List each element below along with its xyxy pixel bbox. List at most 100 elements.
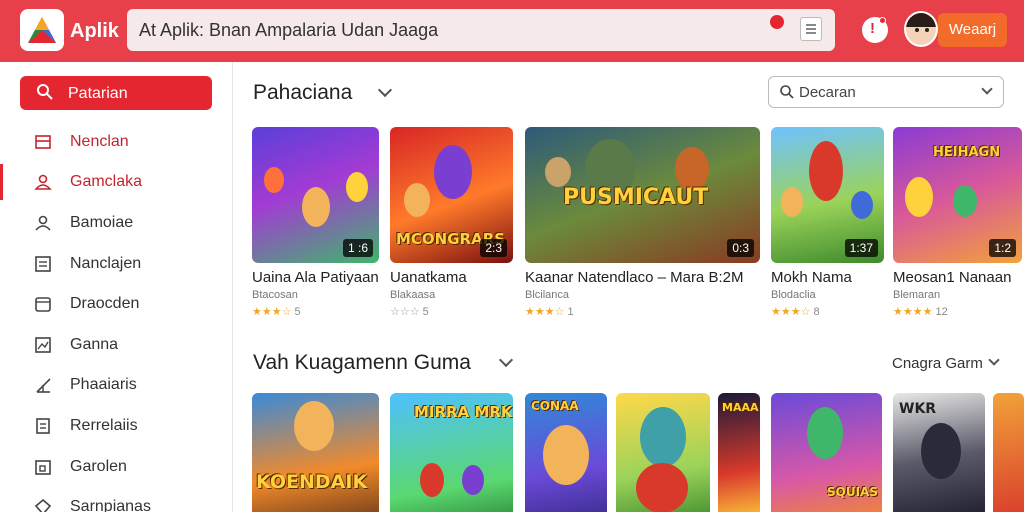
game-thumbnail: HEIHAGN 1:2 — [893, 127, 1022, 263]
rating-count: 8 — [813, 306, 820, 318]
app-logo-icon[interactable] — [20, 9, 64, 51]
sidebar-primary-label: Patarian — [68, 85, 128, 102]
sort-dropdown[interactable]: Cnagra Garm — [892, 355, 983, 372]
filter-dropdown[interactable]: Decaran — [768, 76, 1004, 108]
duration-badge: 1:37 — [844, 239, 878, 257]
search-icon — [37, 84, 53, 100]
rating-stars-text: ☆☆☆ — [390, 306, 420, 318]
game-thumbnail: 1 :6 — [252, 127, 379, 263]
sidebar-item-label: Draocden — [70, 295, 140, 312]
card-title: Meosan1 Nanaan — [893, 269, 1012, 286]
rating-count: 5 — [422, 306, 429, 318]
rating-stars-text: ★★★☆ — [252, 306, 292, 318]
sidebar-item-label: Sarnpianas — [70, 498, 151, 512]
inbox-icon — [35, 135, 51, 149]
sidebar-item-1[interactable]: Gamclaka — [0, 164, 233, 200]
chevron-down-icon — [981, 83, 993, 95]
card-subtitle: Btacosan — [252, 289, 298, 301]
sidebar-item-label: Rerrelaiis — [70, 417, 138, 434]
rating-stars: ★★★★ 12 — [893, 305, 948, 318]
record-icon[interactable] — [770, 15, 784, 29]
game-logo-text: HEIHAGN — [933, 145, 1001, 160]
folder-icon — [35, 297, 51, 312]
avatar[interactable] — [904, 11, 938, 47]
sidebar-item-2[interactable]: Bamoiae — [0, 205, 233, 241]
card-title: Mokh Nama — [771, 269, 852, 286]
image-icon — [35, 337, 51, 353]
person-icon — [35, 215, 51, 231]
sidebar-item-label: Phaaiaris — [70, 376, 137, 393]
duration-badge: 1 :6 — [342, 239, 373, 257]
rating-stars-text: ★★★★ — [893, 306, 933, 318]
sidebar-item-8[interactable]: Garolen — [0, 449, 233, 485]
section-title-featured: Pahaciana — [253, 81, 353, 104]
game-thumbnail: MCONGRARS 2:3 — [390, 127, 513, 263]
sidebar-item-0[interactable]: Nenclan — [0, 124, 233, 160]
sidebar-item-6[interactable]: Phaaiaris — [0, 367, 233, 403]
duration-badge: 1:2 — [989, 239, 1016, 257]
menu-icon[interactable] — [800, 17, 822, 41]
card-title: Uaina Ala Patiyaan — [252, 269, 379, 286]
user-icon — [34, 174, 52, 190]
rating-stars: ★★★☆ 8 — [771, 305, 820, 318]
card-subtitle: Blodaclia — [771, 289, 816, 301]
card-subtitle: Blakaasa — [390, 289, 436, 301]
duration-badge: 2:3 — [480, 239, 507, 257]
sidebar-item-label: Bamoiae — [70, 214, 134, 231]
sidebar-item-label: Ganna — [70, 336, 119, 353]
user-button[interactable]: Weaarj — [938, 13, 1007, 47]
sidebar-item-4[interactable]: Draocden — [0, 286, 233, 322]
game-thumbnail: KOENDAIK — [252, 393, 379, 512]
chevron-down-icon[interactable] — [988, 354, 1000, 366]
chevron-down-icon[interactable] — [377, 82, 393, 98]
chart-icon — [36, 378, 51, 393]
card-title: Kaanar Natendlaco – Mara B:2M — [525, 269, 744, 286]
game-thumbnail: CONAA — [525, 393, 607, 512]
sidebar-item-label: Garolen — [70, 458, 127, 475]
card-subtitle: Blemaran — [893, 289, 941, 301]
sidebar-item-3[interactable]: Nanclajen — [0, 246, 233, 282]
game-thumbnail: WKR — [893, 393, 985, 512]
sidebar: Patarian Nenclan Gamclaka Bamoiae Nancla… — [0, 62, 233, 512]
game-thumbnail: PUSMICAUT 0:3 — [525, 127, 760, 263]
card-subtitle: Blcilanca — [525, 289, 570, 301]
section-title-recommended: Vah Kuagamenn Guma — [253, 351, 471, 374]
game-logo-text: SQUIAS — [827, 485, 878, 499]
sidebar-item-7[interactable]: Rerrelaiis — [0, 408, 233, 444]
sidebar-item-label: Gamclaka — [70, 173, 143, 190]
rating-count: 5 — [294, 306, 301, 318]
search-icon — [780, 85, 794, 99]
sidebar-item-label: Nanclajen — [70, 255, 142, 272]
game-thumbnail — [993, 393, 1024, 512]
game-logo-text: PUSMICAUT — [563, 185, 709, 210]
game-thumbnail: MIRRA MRKN — [390, 393, 513, 512]
rating-stars: ★★★☆ 5 — [252, 305, 301, 318]
game-thumbnail — [616, 393, 710, 512]
rating-count: 1 — [567, 306, 574, 318]
top-bar: Aplik At Aplik: Bnan Ampalaria Udan Jaag… — [0, 0, 1024, 62]
sort-label: Cnagra Garm — [892, 355, 983, 372]
rating-stars: ★★★☆ 1 — [525, 305, 574, 318]
list-icon — [35, 256, 51, 272]
rating-stars: ☆☆☆ 5 — [390, 305, 429, 318]
duration-badge: 0:3 — [727, 239, 754, 257]
chevron-down-icon[interactable] — [498, 352, 514, 368]
game-logo-text: KOENDAIK — [256, 471, 368, 493]
shield-icon — [34, 498, 52, 512]
search-text: At Aplik: Bnan Ampalaria Udan Jaaga — [139, 20, 439, 40]
rating-stars-text: ★★★☆ — [771, 306, 811, 318]
game-logo-text: MAAA — [722, 401, 759, 414]
game-logo-text: MIRRA MRKN — [414, 403, 513, 421]
notification-icon[interactable]: ! — [862, 17, 888, 43]
sidebar-item-5[interactable]: Ganna — [0, 327, 233, 363]
game-logo-text: WKR — [899, 401, 937, 417]
sidebar-item-label: Nenclan — [70, 133, 129, 150]
game-thumbnail: SQUIAS — [771, 393, 882, 512]
search-input[interactable]: At Aplik: Bnan Ampalaria Udan Jaaga — [127, 9, 835, 51]
game-logo-text: CONAA — [531, 399, 579, 413]
document-icon — [36, 418, 50, 434]
game-thumbnail: MAAA — [718, 393, 760, 512]
calendar-icon — [35, 460, 51, 475]
sidebar-item-9[interactable]: Sarnpianas — [0, 489, 233, 512]
sidebar-primary-button[interactable]: Patarian — [20, 76, 212, 110]
